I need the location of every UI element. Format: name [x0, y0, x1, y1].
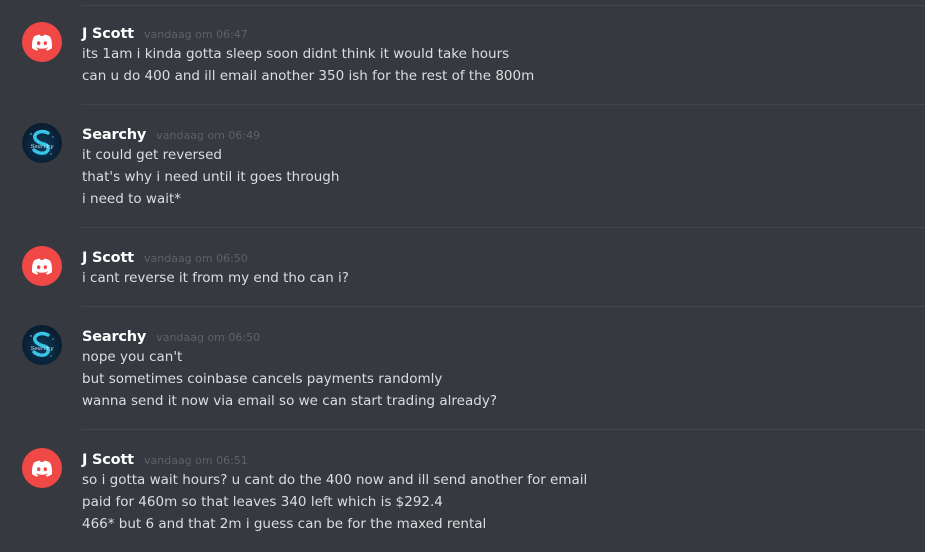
message-line: i cant reverse it from my end tho can i? [82, 270, 349, 286]
message-line: paid for 460m so that leaves 340 left wh… [82, 494, 443, 510]
message-divider [81, 5, 925, 6]
message-line: it could get reversed [82, 147, 222, 163]
message-divider [81, 429, 925, 430]
message-header: J Scott vandaag om 06:51 [82, 449, 248, 468]
message-line: nope you can't [82, 349, 183, 365]
message-content: so i gotta wait hours? u cant do the 400… [82, 469, 587, 535]
message-line: 466* but 6 and that 2m i guess can be fo… [82, 516, 487, 532]
message-content: nope you can't but sometimes coinbase ca… [82, 346, 497, 412]
message-divider [81, 306, 925, 307]
searchy-avatar-icon[interactable]: Searchy [22, 325, 62, 365]
discord-default-avatar-icon[interactable] [22, 448, 62, 488]
message-line: so i gotta wait hours? u cant do the 400… [82, 472, 588, 488]
message-line: that's why i need until it goes through [82, 169, 340, 185]
message-divider [81, 104, 925, 105]
message-line: can u do 400 and ill email another 350 i… [82, 68, 535, 84]
username[interactable]: J Scott [82, 26, 134, 42]
username[interactable]: Searchy [82, 127, 146, 143]
discord-default-avatar-icon[interactable] [22, 22, 62, 62]
timestamp: vandaag om 06:50 [144, 252, 248, 265]
message-line: its 1am i kinda gotta sleep soon didnt t… [82, 46, 510, 62]
username[interactable]: J Scott [82, 452, 134, 468]
message-line: but sometimes coinbase cancels payments … [82, 371, 443, 387]
discord-default-avatar-icon[interactable] [22, 246, 62, 286]
username[interactable]: Searchy [82, 329, 146, 345]
message-header: Searchy vandaag om 06:49 [82, 124, 260, 143]
message-line: i need to wait* [82, 191, 182, 207]
message-content: its 1am i kinda gotta sleep soon didnt t… [82, 43, 534, 87]
message-content: i cant reverse it from my end tho can i? [82, 267, 349, 289]
timestamp: vandaag om 06:49 [156, 129, 261, 142]
svg-text:Searchy: Searchy [31, 346, 55, 352]
message-content: it could get reversed that's why i need … [82, 144, 339, 210]
message-header: Searchy vandaag om 06:50 [82, 326, 260, 345]
username[interactable]: J Scott [82, 250, 134, 266]
svg-text:Searchy: Searchy [31, 144, 55, 150]
timestamp: vandaag om 06:50 [156, 331, 261, 344]
timestamp: vandaag om 06:47 [144, 28, 248, 41]
searchy-avatar-icon[interactable]: Searchy [22, 123, 62, 163]
message-header: J Scott vandaag om 06:47 [82, 23, 248, 42]
timestamp: vandaag om 06:51 [144, 454, 248, 467]
message-header: J Scott vandaag om 06:50 [82, 247, 248, 266]
message-line: wanna send it now via email so we can st… [82, 393, 497, 409]
message-divider [81, 227, 925, 228]
